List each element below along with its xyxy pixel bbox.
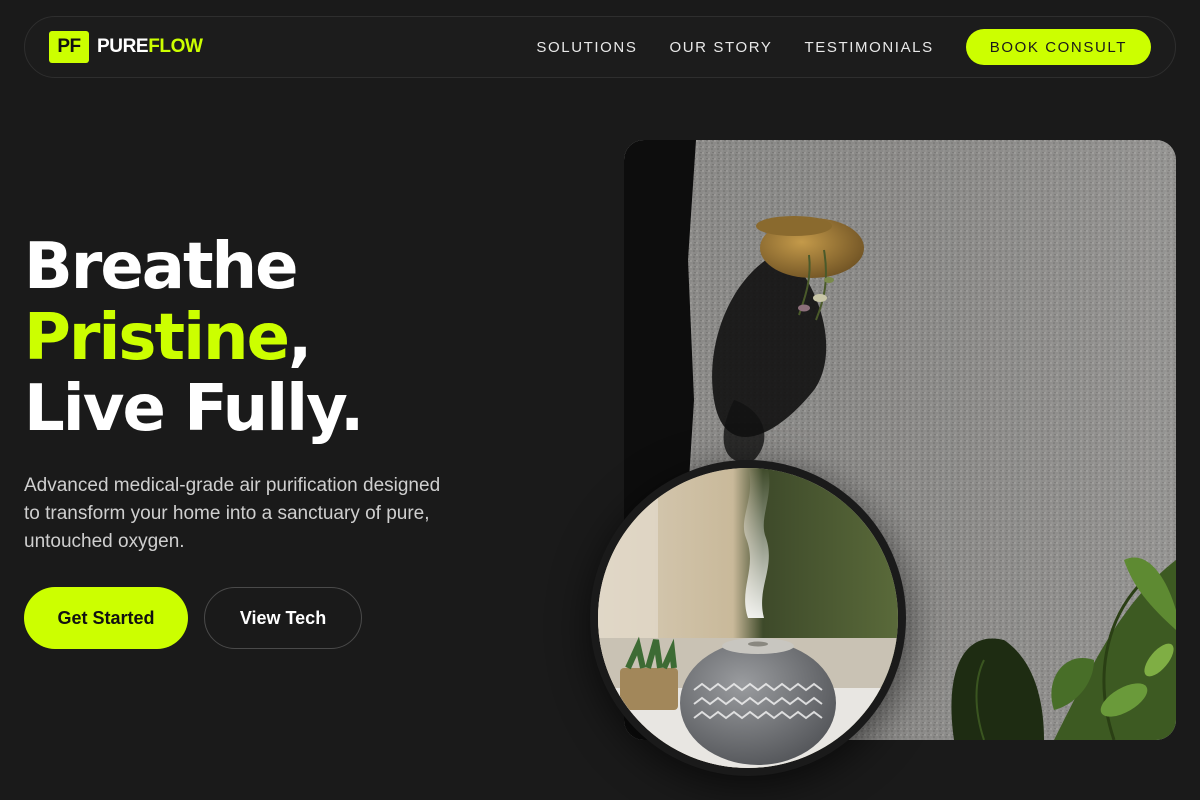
get-started-button[interactable]: Get Started [24, 587, 188, 649]
brand-name-flow: FLOW [148, 36, 203, 57]
book-consult-button[interactable]: BOOK CONSULT [965, 29, 1151, 65]
nav-link-testimonials[interactable]: TESTIMONIALS [805, 39, 934, 56]
diffuser-photo [590, 460, 906, 776]
headline-comma: , [288, 301, 312, 375]
headline-accent-word: Pristine [24, 301, 290, 375]
hero-headline: Breathe Pristine, Live Fully. [24, 230, 364, 446]
top-navigation: PF PUREFLOW SOLUTIONS OUR STORY TESTIMON… [24, 16, 1176, 78]
landing-page: PF PUREFLOW SOLUTIONS OUR STORY TESTIMON… [0, 0, 1200, 800]
nav-link-our-story[interactable]: OUR STORY [669, 39, 772, 56]
brand-mark: PF [49, 31, 89, 63]
nav-links: SOLUTIONS OUR STORY TESTIMONIALS BOOK CO… [536, 29, 1151, 65]
headline-line-1: Breathe [24, 230, 299, 304]
brand-logo[interactable]: PF PUREFLOW [49, 31, 203, 63]
view-tech-button[interactable]: View Tech [204, 587, 362, 649]
brand-name: PUREFLOW [97, 36, 203, 58]
diffuser-illustration [598, 468, 898, 768]
nav-link-solutions[interactable]: SOLUTIONS [536, 39, 637, 56]
headline-line-2: Pristine, [24, 303, 362, 374]
brand-name-pure: PURE [97, 36, 149, 57]
headline-line-3: Live Fully. [24, 372, 364, 446]
hero-description: Advanced medical-grade air purification … [24, 475, 441, 552]
